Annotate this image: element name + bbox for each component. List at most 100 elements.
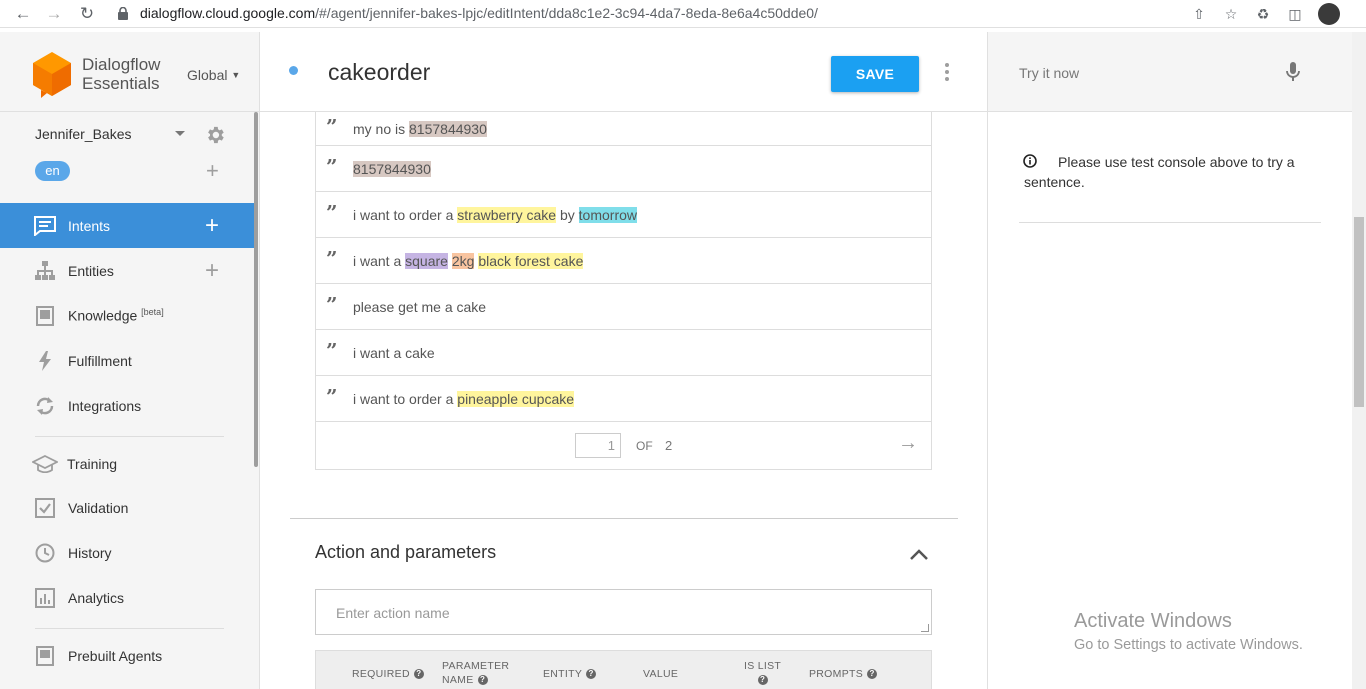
quote-icon: ” [326,246,338,271]
column-required-label: REQUIRED [352,668,410,680]
training-phrase-row[interactable]: ” i want a cake [316,330,931,376]
sidebar-item-label: Prebuilt Agents [68,647,163,664]
pagination: 1 OF 2 → [316,422,931,469]
url-host: dialogflow.cloud.google.com [140,5,316,21]
entity-annotation[interactable]: 2kg [451,252,475,269]
bar-chart-icon [34,587,56,609]
dialogflow-logo [33,52,71,98]
entity-annotation[interactable]: black forest cake [478,252,584,269]
training-phrases-list: ” my no is 8157844930 ” 8157844930 ” i want t… [315,112,932,470]
extensions-icon[interactable]: ♻ [1254,4,1272,24]
column-entity: ENTITY? [543,667,597,681]
training-phrase-text[interactable]: i want to order a strawberry cake by tom… [353,206,638,223]
windows-watermark-title: Activate Windows [1074,610,1232,632]
column-value: VALUE [643,668,679,680]
add-language-icon[interactable]: + [206,160,219,182]
intent-name[interactable]: cakeorder [328,59,430,86]
profile-avatar[interactable] [1318,3,1340,25]
column-is-list: IS LIST? [744,659,781,687]
training-phrase-row[interactable]: ” please get me a cake [316,284,931,330]
sidebar-item-validation[interactable]: Validation [0,485,254,530]
sidebar-item-entities[interactable]: Entities + [0,248,254,293]
address-bar[interactable]: dialogflow.cloud.google.com/#/agent/jenn… [140,5,818,21]
sidebar-scrollbar[interactable] [254,112,258,467]
agent-name[interactable]: Jennifer_Bakes [35,126,132,142]
sidebar-item-label: Validation [68,499,129,516]
column-is-list-label: IS LIST [744,660,782,672]
column-entity-label: ENTITY [543,668,583,680]
sidebar-item-fulfillment[interactable]: Fulfillment [0,338,254,383]
back-icon[interactable]: ← [8,0,38,28]
agent-dropdown-icon[interactable] [175,131,185,136]
star-icon[interactable]: ☆ [1222,4,1240,24]
entity-annotation[interactable]: 8157844930 [409,120,487,137]
region-selector[interactable]: Global ▼ [187,67,240,83]
sidebar-item-label: Fulfillment [68,352,132,369]
training-phrase-row[interactable]: ” my no is 8157844930 [316,112,931,146]
help-icon[interactable]: ? [867,669,878,680]
help-icon[interactable]: ? [757,675,768,686]
training-phrase-text[interactable]: i want a square 2kg black forest cake [353,252,584,269]
resize-handle[interactable] [921,624,929,632]
url-path: /#/agent/jennifer-bakes-lpjc/editIntent/… [315,5,818,21]
entity-annotation[interactable]: pineapple cupcake [457,390,575,407]
help-icon[interactable]: ? [413,669,424,680]
action-name-input[interactable]: Enter action name [315,589,932,635]
quote-icon: ” [326,384,338,409]
sidebar-item-analytics[interactable]: Analytics [0,575,254,620]
entity-annotation[interactable]: tomorrow [578,206,638,223]
section-title[interactable]: Action and parameters [315,542,496,563]
sidebar-item-prebuilt-agents[interactable]: Prebuilt Agents [0,633,254,678]
page-number-input[interactable]: 1 [575,433,621,458]
intent-priority-dot[interactable] [289,66,298,75]
add-entity-icon[interactable]: + [205,258,219,283]
training-phrase-text[interactable]: 8157844930 [353,160,431,177]
sidebar-item-label: Integrations [68,397,142,414]
training-phrase-row[interactable]: ” i want a square 2kg black forest cake [316,238,931,284]
sidebar-item-integrations[interactable]: Integrations [0,383,254,428]
sidebar-item-history[interactable]: History [0,530,254,575]
column-prompts: PROMPTS? [809,667,878,681]
try-it-now-bar: Try it now [988,32,1352,112]
help-icon[interactable]: ? [586,669,597,680]
training-phrase-text[interactable]: i want a cake [353,345,435,361]
entity-annotation[interactable]: square [405,252,448,269]
next-page-icon[interactable]: → [898,432,918,455]
chat-icon [34,215,56,237]
training-phrase-text[interactable]: my no is 8157844930 [353,120,487,137]
more-options-icon[interactable] [945,63,951,81]
add-intent-icon[interactable]: + [205,213,219,238]
windows-watermark-subtitle: Go to Settings to activate Windows. [1074,637,1303,653]
training-phrase-row[interactable]: ” 8157844930 [316,146,931,192]
entity-annotation[interactable]: 8157844930 [353,160,431,177]
sidebar-item-knowledge[interactable]: Knowledge [beta] [0,293,254,338]
training-phrase-row[interactable]: ” i want to order a pineapple cupcake [316,376,931,422]
region-label: Global [187,67,228,83]
sidebar-item-intents[interactable]: Intents + [0,203,254,248]
column-parameter-name: PARAMETER NAME? [442,659,509,687]
phrase-segment: please get me a cake [353,298,487,315]
sidepanel-icon[interactable]: ◫ [1286,4,1304,24]
language-badge[interactable]: en [35,161,70,181]
phrase-segment: my no is [353,120,410,137]
scrollbar-thumb[interactable] [1354,217,1364,407]
microphone-icon[interactable] [1286,62,1300,82]
share-icon[interactable]: ⇧ [1190,4,1208,24]
entity-annotation[interactable]: strawberry cake [457,206,557,223]
reload-icon[interactable]: ↻ [72,0,102,28]
training-phrase-row[interactable]: ” i want to order a strawberry cake by to… [316,192,931,238]
training-phrase-text[interactable]: i want to order a pineapple cupcake [353,390,575,407]
divider [0,111,259,112]
try-it-now-input[interactable]: Try it now [1019,65,1079,81]
save-button[interactable]: SAVE [831,56,919,92]
gear-icon[interactable] [204,124,226,146]
training-phrase-text[interactable]: please get me a cake [353,299,486,315]
forward-icon[interactable]: → [39,0,69,28]
chevron-up-icon[interactable] [910,548,928,560]
sidebar-item-training[interactable]: Training [0,441,254,486]
info-message: Please use test console above to try a s… [1024,152,1314,192]
column-parameter-label: PARAMETER [442,660,510,672]
column-name-label: NAME [442,674,474,686]
sync-icon [34,395,56,417]
help-icon[interactable]: ? [477,675,488,686]
